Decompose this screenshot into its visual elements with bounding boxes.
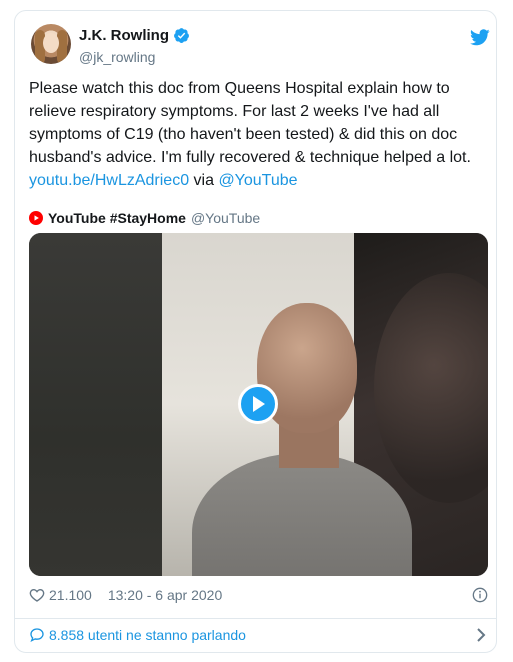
verified-badge-icon (174, 28, 189, 43)
embed-source[interactable]: YouTube #StayHome @YouTube (29, 210, 260, 226)
youtube-logo-icon (29, 211, 43, 225)
tweet-meta: 21.100 13:20 - 6 apr 2020 (29, 587, 488, 603)
tweet-text: Please watch this doc from Queens Hospit… (29, 77, 489, 192)
video-thumbnail[interactable] (29, 233, 488, 576)
conversation-link[interactable]: 8.858 utenti ne stanno parlando (29, 627, 488, 643)
embed-channel-handle[interactable]: @YouTube (191, 210, 260, 226)
like-count[interactable]: 21.100 (49, 587, 92, 603)
tweet-card: J.K. Rowling @jk_rowling Please watch th… (14, 10, 497, 653)
conversation-text[interactable]: 8.858 utenti ne stanno parlando (49, 627, 246, 643)
embed-channel-name[interactable]: YouTube #StayHome (48, 210, 186, 226)
author-name[interactable]: J.K. Rowling (79, 27, 169, 44)
tweet-link[interactable]: youtu.be/HwLzAdriec0 (29, 172, 189, 189)
footer-divider (15, 618, 496, 619)
comment-bubble-icon (30, 628, 44, 643)
info-icon[interactable] (472, 587, 488, 603)
play-icon (253, 396, 265, 412)
heart-icon[interactable] (29, 587, 45, 603)
via-word: via (189, 172, 219, 189)
play-button[interactable] (238, 384, 278, 424)
timestamp[interactable]: 13:20 - 6 apr 2020 (108, 587, 222, 603)
via-handle-link[interactable]: @YouTube (218, 172, 297, 189)
tweet-body: Please watch this doc from Queens Hospit… (29, 80, 471, 166)
twitter-bird-icon[interactable] (470, 29, 490, 46)
chevron-right-icon[interactable] (474, 627, 488, 643)
author-avatar[interactable] (31, 24, 71, 64)
author-name-row[interactable]: J.K. Rowling (79, 27, 190, 44)
author-handle[interactable]: @jk_rowling (79, 49, 155, 65)
